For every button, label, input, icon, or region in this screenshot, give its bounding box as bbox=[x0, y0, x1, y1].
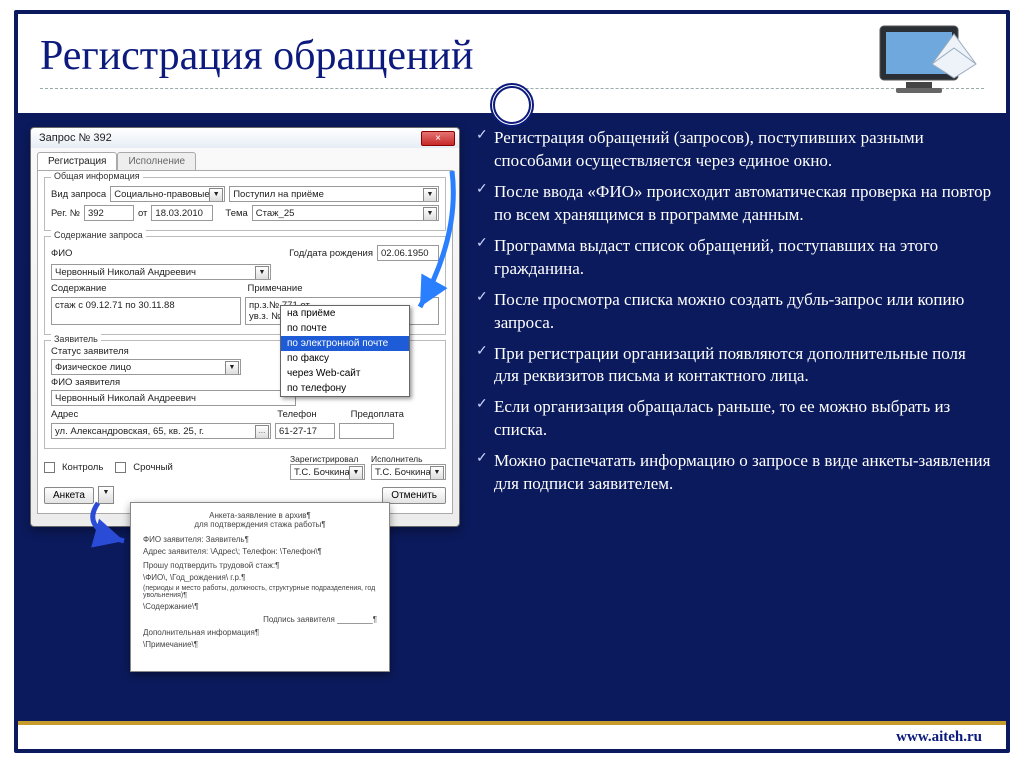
label-control: Контроль bbox=[62, 462, 103, 473]
tab-execution[interactable]: Исполнение bbox=[117, 152, 196, 170]
bullet-list: Регистрация обращений (запросов), поступ… bbox=[476, 127, 994, 496]
document-preview: Анкета-заявление в архив¶для подтвержден… bbox=[130, 502, 390, 672]
chevron-down-icon[interactable]: ▼ bbox=[255, 266, 269, 280]
popup-option-selected[interactable]: по электронной почте bbox=[281, 336, 409, 351]
label-content: Содержание bbox=[51, 283, 107, 294]
label-birth: Год/дата рождения bbox=[289, 248, 373, 259]
dialog-title: Запрос № 392 bbox=[39, 132, 112, 144]
date-input[interactable]: 18.03.2010 bbox=[151, 205, 213, 221]
tab-registration[interactable]: Регистрация bbox=[37, 152, 117, 170]
list-item: Регистрация обращений (запросов), поступ… bbox=[476, 127, 994, 173]
prepay-input[interactable] bbox=[339, 423, 394, 439]
label-phone: Телефон bbox=[277, 409, 316, 420]
popup-option[interactable]: через Web-сайт bbox=[281, 366, 409, 381]
chevron-down-icon[interactable]: ▼ bbox=[349, 466, 363, 480]
popup-option[interactable]: по телефону bbox=[281, 381, 409, 396]
group-general: Общая информация bbox=[51, 171, 143, 181]
popup-option[interactable]: по почте bbox=[281, 321, 409, 336]
label-fio: ФИО bbox=[51, 248, 72, 259]
popup-option[interactable]: на приёме bbox=[281, 306, 409, 321]
label-prepay: Предоплата bbox=[351, 409, 404, 420]
label-note: Примечание bbox=[248, 283, 303, 294]
phone-input[interactable]: 61-27-17 bbox=[275, 423, 335, 439]
label-urgent: Срочный bbox=[133, 462, 173, 473]
control-checkbox[interactable] bbox=[44, 462, 55, 473]
group-content: Содержание запроса bbox=[51, 230, 146, 240]
list-item: Можно распечатать информацию о запросе в… bbox=[476, 450, 994, 496]
arrow-to-dropdown bbox=[412, 165, 462, 315]
regno-input[interactable]: 392 bbox=[84, 205, 134, 221]
urgent-checkbox[interactable] bbox=[115, 462, 126, 473]
received-dropdown-popup: на приёме по почте по электронной почте … bbox=[280, 305, 410, 397]
applicant-fio-input[interactable]: Червонный Николай Андреевич bbox=[51, 390, 296, 406]
list-item: При регистрации организаций появляются д… bbox=[476, 343, 994, 389]
group-applicant: Заявитель bbox=[51, 334, 101, 344]
label-executor: Исполнитель bbox=[371, 454, 446, 464]
registered-by-select[interactable]: Т.С. Бочкина▼ bbox=[290, 464, 365, 480]
decorative-circle bbox=[490, 83, 534, 127]
request-type-select[interactable]: Социально-правовые▼ bbox=[110, 186, 225, 202]
arrow-to-document bbox=[76, 499, 136, 559]
topic-select[interactable]: Стаж_25▼ bbox=[252, 205, 439, 221]
popup-option[interactable]: по факсу bbox=[281, 351, 409, 366]
footer-url: www.aiteh.ru bbox=[896, 729, 982, 746]
label-registered-by: Зарегистрировал bbox=[290, 454, 365, 464]
address-input[interactable]: ул. Александровская, 65, кв. 25, г.… bbox=[51, 423, 271, 439]
executor-select[interactable]: Т.С. Бочкина▼ bbox=[371, 464, 446, 480]
list-item: Если организация обращалась раньше, то е… bbox=[476, 396, 994, 442]
status-select[interactable]: Физическое лицо▼ bbox=[51, 359, 241, 375]
list-item: После просмотра списка можно создать дуб… bbox=[476, 289, 994, 335]
chevron-down-icon[interactable]: ▼ bbox=[209, 188, 223, 202]
label-from: от bbox=[138, 208, 147, 219]
page-title: Регистрация обращений bbox=[40, 32, 984, 80]
received-select[interactable]: Поступил на приёме▼ bbox=[229, 186, 439, 202]
content-textarea[interactable]: стаж с 09.12.71 по 30.11.88 bbox=[51, 297, 241, 325]
chevron-down-icon[interactable]: ▼ bbox=[225, 361, 239, 375]
label-address: Адрес bbox=[51, 409, 78, 420]
list-item: Программа выдаст список обращений, посту… bbox=[476, 235, 994, 281]
cancel-button[interactable]: Отменить bbox=[382, 487, 446, 504]
ellipsis-icon[interactable]: … bbox=[255, 425, 269, 439]
monitor-mail-icon bbox=[874, 20, 984, 110]
label-request-type: Вид запроса bbox=[51, 189, 106, 200]
list-item: После ввода «ФИО» происходит автоматичес… bbox=[476, 181, 994, 227]
label-topic: Тема bbox=[225, 208, 247, 219]
chevron-down-icon[interactable]: ▼ bbox=[430, 466, 444, 480]
fio-input[interactable]: Червонный Николай Андреевич▼ bbox=[51, 264, 271, 280]
footer: www.aiteh.ru bbox=[18, 721, 1006, 749]
close-button[interactable]: × bbox=[421, 131, 455, 146]
label-regno: Рег. № bbox=[51, 208, 80, 219]
